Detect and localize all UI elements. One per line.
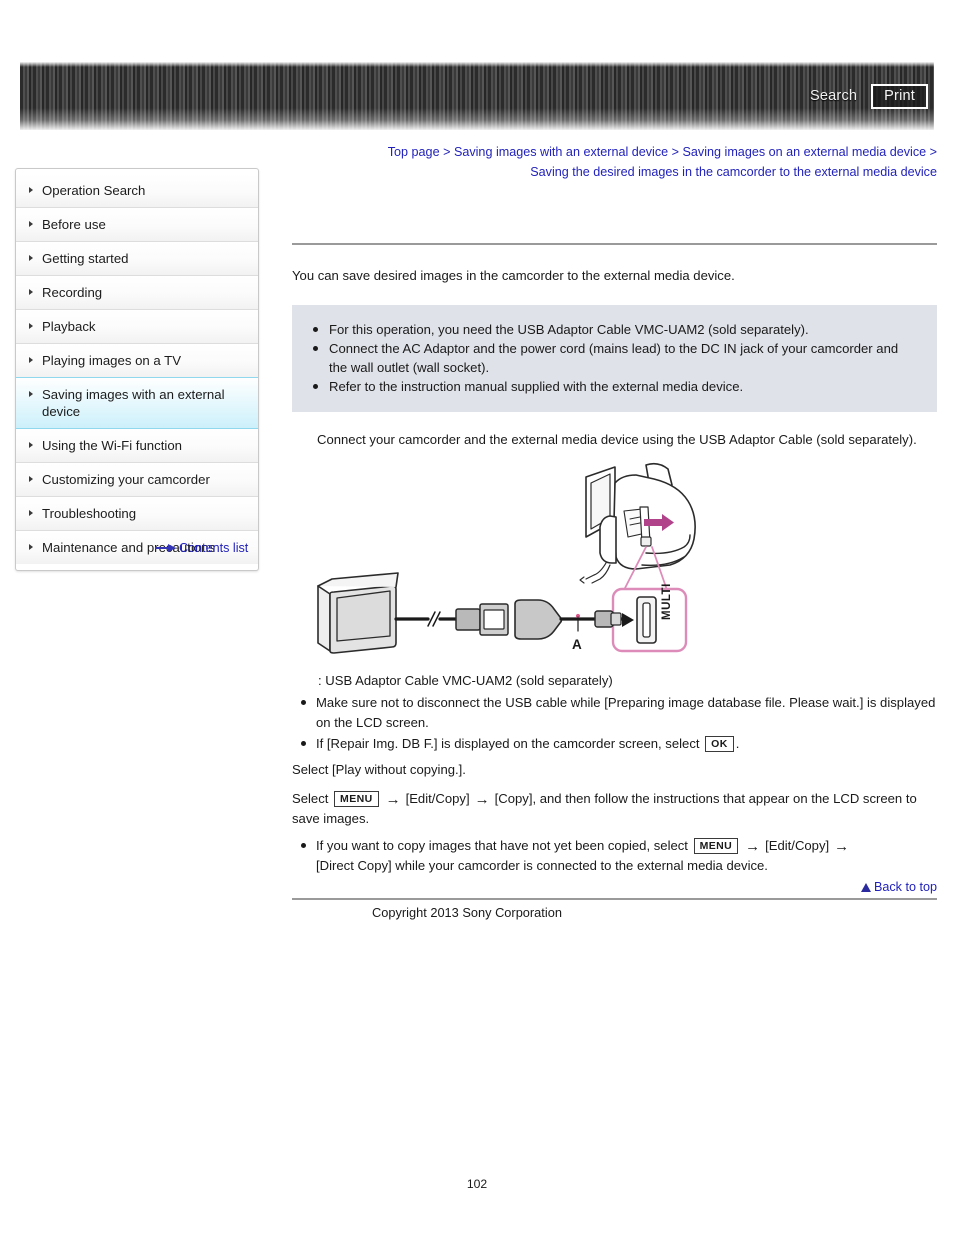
sidebar-item-before-use[interactable]: Before use: [16, 208, 258, 242]
connection-diagram-svg: MULTI A: [317, 462, 696, 654]
site-header-banner: Search Print: [20, 62, 934, 130]
sidebar-item-label: Operation Search: [42, 183, 146, 198]
figure-legend-text: : USB Adaptor Cable VMC-UAM2 (sold separ…: [318, 673, 613, 688]
cable-label-a: A: [572, 637, 582, 652]
step-1-block: Connect your camcorder and the external …: [292, 430, 937, 449]
step-3-block: Select MENU → [Edit/Copy] → [Copy], and then…: [292, 789, 937, 828]
note-box: For this operation, you need the USB Ada…: [292, 305, 937, 412]
connection-diagram: MULTI A: [310, 461, 740, 657]
sidebar-item-label: Before use: [42, 217, 106, 232]
page-number: 102: [466, 1177, 488, 1191]
ok-key-button[interactable]: OK: [705, 736, 734, 752]
breadcrumb-separator: >: [443, 145, 451, 159]
sidebar-item-using-the-wi-fi-function[interactable]: Using the Wi-Fi function: [16, 429, 258, 463]
search-link[interactable]: Search: [810, 88, 857, 104]
arrow-right-icon: [155, 543, 177, 552]
chevron-right-icon: [29, 289, 33, 295]
copyright-text: Copyright 2013 Sony Corporation: [372, 905, 562, 920]
chevron-right-icon: [29, 510, 33, 516]
breadcrumb-separator: >: [671, 145, 680, 159]
sidebar-item-label: Troubleshooting: [42, 506, 137, 521]
usb-adaptor-body: [514, 599, 563, 640]
breadcrumb-item-current[interactable]: Saving the desired images in the camcord…: [530, 165, 937, 179]
sidebar-item-playback[interactable]: Playback: [16, 310, 258, 344]
sidebar-item-label: Recording: [42, 285, 103, 300]
bullet-repair-img-db-post: .: [735, 736, 740, 751]
chevron-right-icon: [29, 323, 33, 329]
breadcrumb: Top page > Saving images with an externa…: [385, 143, 937, 182]
page-footer: Back to top Copyright 2013 Sony Corporat…: [292, 880, 937, 930]
bullet-usb-disconnect-warning: Make sure not to disconnect the USB cabl…: [292, 693, 937, 732]
usb-plug: [455, 603, 509, 636]
bullet-repair-img-db-pre: If [Repair Img. DB F.] is displayed on t…: [316, 736, 700, 751]
figure-legend: : USB Adaptor Cable VMC-UAM2 (sold separ…: [292, 671, 937, 690]
chevron-right-icon: [29, 255, 33, 261]
sidebar-item-operation-search[interactable]: Operation Search: [16, 174, 258, 208]
multi-connector-plug: [594, 610, 622, 628]
multi-port-label: MULTI: [661, 583, 673, 620]
external-media-device: [317, 572, 399, 654]
arrow-right-glyph: →: [834, 837, 850, 855]
sidebar-item-getting-started[interactable]: Getting started: [16, 242, 258, 276]
chevron-right-icon: [29, 357, 33, 363]
sidebar-item-label: Saving images with an external device: [42, 387, 225, 419]
sidebar-item-label: Playing images on a TV: [42, 353, 182, 368]
chevron-right-icon: [29, 476, 33, 482]
back-to-top-link[interactable]: Back to top: [860, 880, 937, 894]
post-figure-bullet-list-2: If you want to copy images that have not…: [292, 836, 937, 876]
sidebar-item-label: Customizing your camcorder: [42, 472, 210, 487]
note-list-item: Refer to the instruction manual supplied…: [310, 377, 919, 396]
step-3-pre: Select: [292, 790, 329, 806]
footer-divider: [292, 898, 937, 900]
sidebar-item-label: Getting started: [42, 251, 129, 266]
bullet-direct-copy-pre: If you want to copy images that have not…: [316, 837, 688, 853]
chevron-right-icon: [29, 442, 33, 448]
main-content: You can save desired images in the camco…: [292, 243, 937, 878]
header-actions: Search Print: [810, 62, 934, 130]
print-button[interactable]: Print: [871, 83, 928, 109]
breadcrumb-item-top-page[interactable]: Top page: [388, 145, 440, 159]
chevron-right-icon: [29, 187, 33, 193]
chevron-right-icon: [29, 544, 33, 550]
step-3-edit-copy: [Edit/Copy]: [405, 790, 470, 806]
note-list: For this operation, you need the USB Ada…: [310, 320, 919, 396]
chevron-right-icon: [29, 391, 33, 397]
bullet-direct-copy-edit-copy: [Edit/Copy]: [765, 837, 830, 853]
menu-key-button[interactable]: MENU: [693, 837, 739, 854]
sidebar-item-recording[interactable]: Recording: [16, 276, 258, 310]
back-to-top-label: Back to top: [873, 880, 937, 894]
bullet-direct-copy-post: [Direct Copy] while your camcorder is co…: [316, 858, 768, 873]
intro-paragraph: You can save desired images in the camco…: [292, 268, 735, 283]
sidebar-item-troubleshooting[interactable]: Troubleshooting: [16, 497, 258, 531]
multi-port-callout: [611, 587, 688, 653]
sidebar-item-customizing-your-camcorder[interactable]: Customizing your camcorder: [16, 463, 258, 497]
note-list-item: For this operation, you need the USB Ada…: [310, 320, 919, 339]
bullet-direct-copy: If you want to copy images that have not…: [292, 836, 937, 876]
breadcrumb-item-saving-images-external-device[interactable]: Saving images with an external device: [454, 145, 668, 159]
arrow-right-glyph: →: [385, 790, 401, 808]
breadcrumb-item-saving-images-external-media-device[interactable]: Saving images on an external media devic…: [683, 145, 927, 159]
arrow-right-glyph: →: [474, 790, 490, 808]
note-list-item: Connect the AC Adaptor and the power cor…: [310, 339, 919, 377]
sidebar-item-saving-images-with-an-external-device[interactable]: Saving images with an external device: [16, 377, 258, 429]
breadcrumb-separator: >: [929, 145, 937, 159]
sidebar-item-label: Playback: [42, 319, 96, 334]
triangle-up-icon: [860, 883, 871, 892]
menu-key-button[interactable]: MENU: [334, 790, 379, 807]
contents-list-link[interactable]: Contents list: [155, 541, 248, 555]
sidebar-item-label: Using the Wi-Fi function: [42, 438, 182, 453]
chevron-right-icon: [29, 221, 33, 227]
step-2-block: Select [Play without copying.].: [292, 760, 937, 779]
bullet-repair-img-db: If [Repair Img. DB F.] is displayed on t…: [292, 734, 937, 754]
arrow-right-glyph: →: [745, 837, 761, 855]
step-2-text: Select [Play without copying.].: [292, 761, 466, 777]
step-3-text: Select MENU → [Edit/Copy] → [Copy], and then…: [292, 789, 937, 828]
step-1-text: Connect your camcorder and the external …: [317, 432, 917, 447]
sidebar-navigation: Operation Search Before use Getting star…: [15, 168, 259, 571]
contents-list-label: Contents list: [179, 541, 249, 555]
content-top-divider: [292, 243, 937, 245]
sidebar-item-playing-images-on-a-tv[interactable]: Playing images on a TV: [16, 344, 258, 378]
post-figure-bullet-list-1: Make sure not to disconnect the USB cabl…: [292, 693, 937, 754]
